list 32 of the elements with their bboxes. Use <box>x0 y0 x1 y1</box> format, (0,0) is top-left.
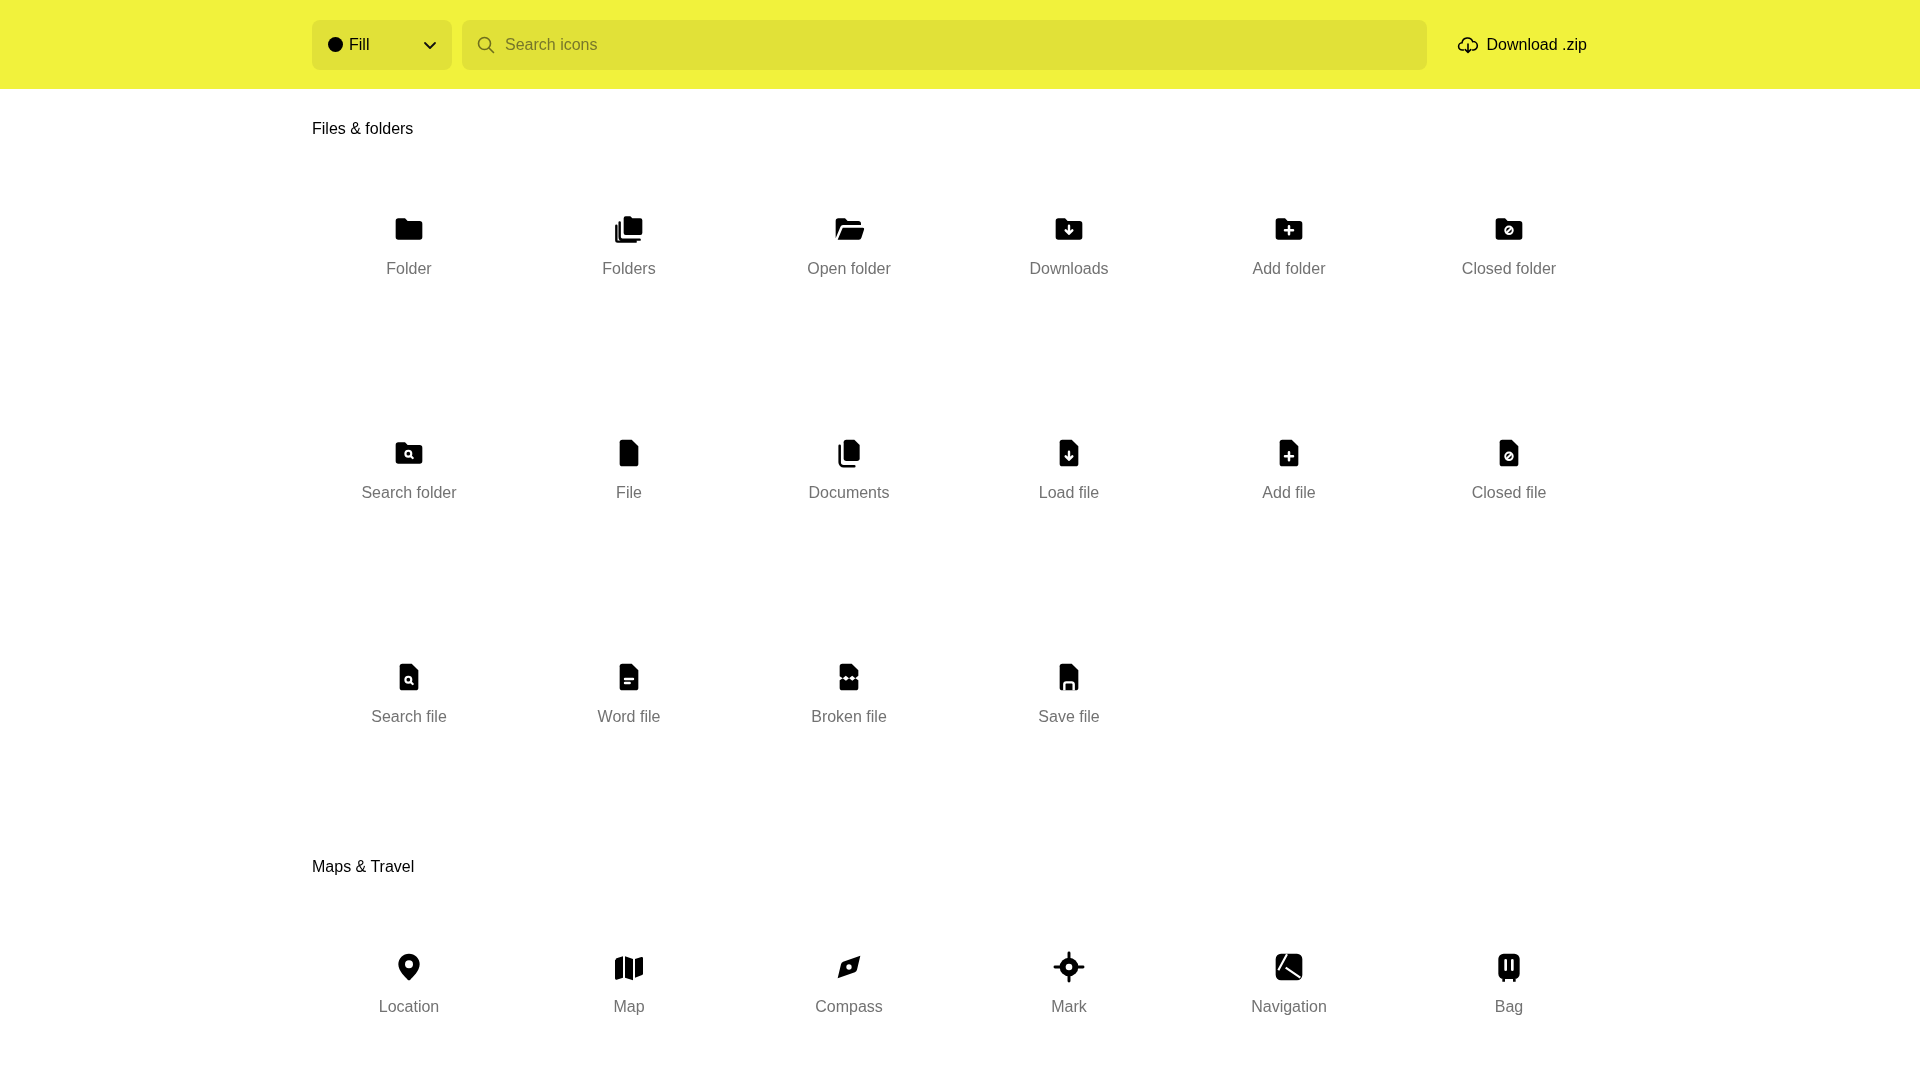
icon-label: Documents <box>808 483 890 503</box>
search-field[interactable]: Search icons <box>462 19 1427 70</box>
icon-label: Search folder <box>361 483 457 503</box>
icon-label: Compass <box>815 997 883 1017</box>
icon-label: Add folder <box>1252 259 1326 279</box>
icon-label: Folder <box>386 259 432 279</box>
icon-label: Open folder <box>807 259 891 279</box>
icon-label: Broken file <box>811 707 887 727</box>
icon-label: Closed file <box>1471 483 1547 503</box>
icon-label: Bag <box>1494 997 1524 1017</box>
fill-style-icon <box>328 37 343 52</box>
icon-label: Downloads <box>1029 259 1109 279</box>
section-title: Maps & Travel <box>312 857 416 877</box>
search-icon <box>476 34 496 55</box>
icon-label: Mark <box>1051 997 1087 1017</box>
icon-label: Closed folder <box>1461 259 1557 279</box>
icon-label: Search file <box>371 707 447 727</box>
style-select[interactable]: Fill <box>312 19 452 70</box>
icon-label: Save file <box>1038 707 1100 727</box>
section-title: Files & folders <box>312 119 415 139</box>
icon-label: Word file <box>597 707 661 727</box>
icon-label: Navigation <box>1251 997 1327 1017</box>
download-zip-link[interactable]: Download .zip <box>1456 33 1587 56</box>
icon-label: Folders <box>602 259 656 279</box>
icon-label: File <box>616 483 642 503</box>
icon-label: Add file <box>1262 483 1316 503</box>
crosshair-icon[interactable] <box>1053 951 1085 983</box>
icon-label: Location <box>378 997 440 1017</box>
icon-label: Map <box>613 997 645 1017</box>
folders-icon[interactable] <box>613 213 645 245</box>
navigation-icon[interactable] <box>1273 951 1305 983</box>
icon-label: Load file <box>1038 483 1100 503</box>
